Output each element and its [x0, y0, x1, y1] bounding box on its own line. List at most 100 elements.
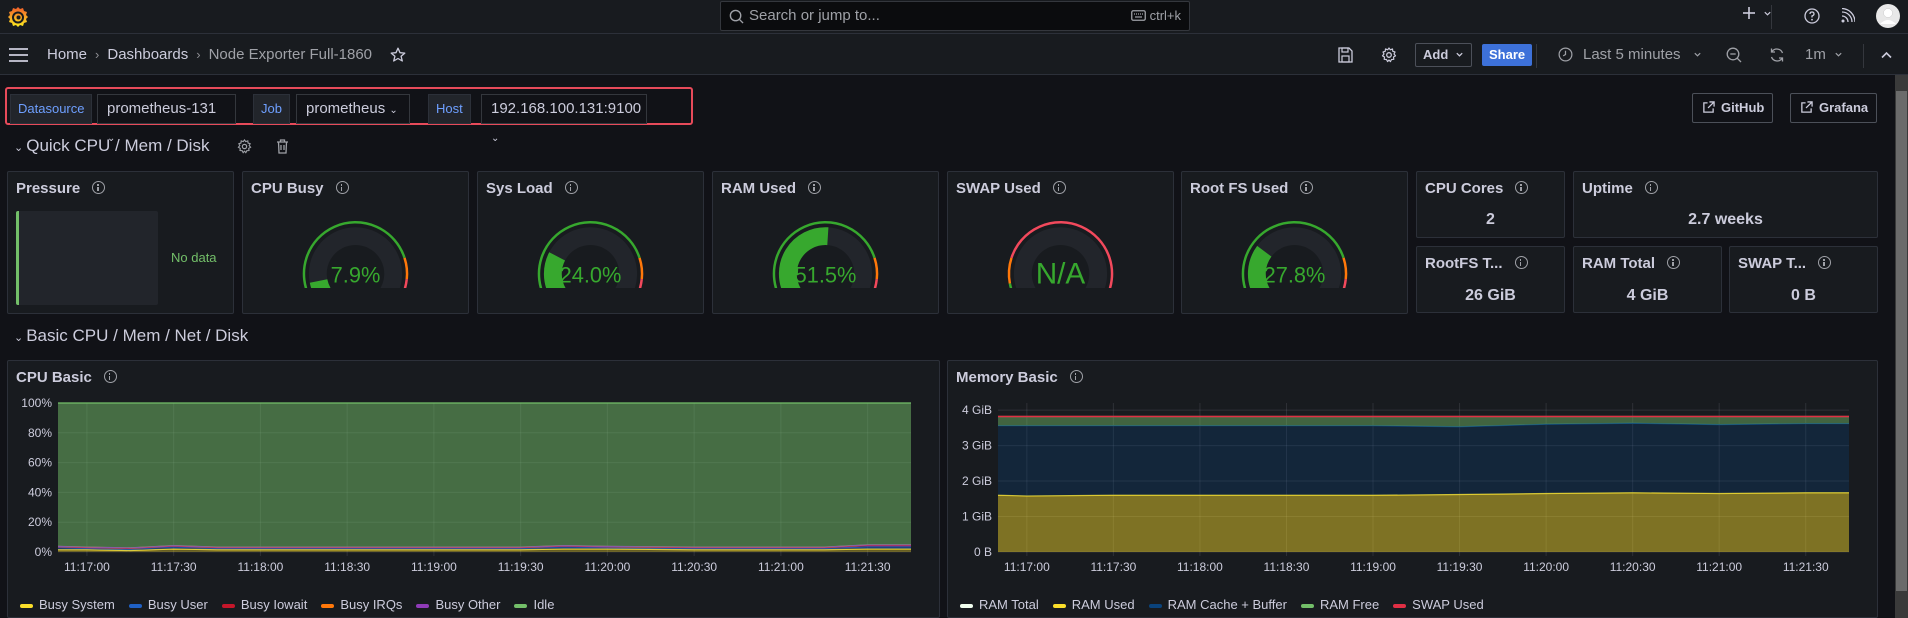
memory-basic-chart[interactable]: 0 B 1 GiB 2 GiB 3 GiB 4 GiB 11:17:00 11:17:30 1… [948, 395, 1879, 595]
grafana-logo-icon[interactable] [6, 5, 30, 29]
search-shortcut: ctrl+k [1130, 2, 1181, 30]
menu-icon[interactable] [9, 48, 28, 62]
legend-swatch [20, 603, 33, 608]
stat-value: 0 B [1791, 287, 1816, 304]
chevron-down-icon: ⌄ [14, 142, 24, 154]
trash-icon[interactable] [276, 139, 289, 154]
zoom-out-icon[interactable] [1726, 47, 1742, 63]
legend-item[interactable]: Busy Iowait [221, 597, 308, 612]
chevron-down-icon: ⌄ [14, 332, 24, 344]
divider [1771, 5, 1772, 29]
breadcrumb-home[interactable]: Home [47, 46, 87, 63]
x-tick-label: 11:18:00 [237, 560, 283, 574]
info-icon[interactable] [564, 181, 578, 194]
gauge-threshold-arc [873, 257, 879, 280]
new-button[interactable] [1741, 5, 1772, 24]
stat-value: 26 GiB [1465, 287, 1516, 304]
avatar-icon[interactable] [1876, 4, 1900, 28]
info-icon[interactable] [1300, 181, 1314, 194]
info-icon[interactable] [103, 370, 117, 383]
panel-title: Root FS Used [1190, 180, 1314, 197]
variable-select-datasource[interactable]: prometheus-131 ⌄ [97, 94, 236, 144]
gauge-threshold-arc [1008, 283, 1013, 288]
variable-select-host[interactable]: 192.168.100.131:9100 ⌄ [481, 94, 647, 144]
variable-select-job[interactable]: prometheus ⌄ [296, 94, 410, 124]
x-tick-label: 11:20:00 [584, 560, 630, 574]
stat-value: 2 [1486, 211, 1495, 228]
row-header-basic[interactable]: ⌄ Basic CPU / Mem / Net / Disk [14, 326, 248, 346]
panel-swap-total: SWAP T... 0 B [1729, 246, 1878, 313]
legend-swatch [221, 603, 235, 608]
search-input[interactable]: Search or jump to... ctrl+k [720, 1, 1190, 31]
legend-label: Busy System [39, 597, 115, 612]
legend-item[interactable]: Busy IRQs [321, 597, 402, 612]
share-button[interactable]: Share [1482, 44, 1533, 66]
stat-value: 2.7 weeks [1688, 211, 1763, 228]
info-icon[interactable] [1667, 256, 1681, 269]
gauge-threshold-arc [638, 257, 644, 280]
legend-item[interactable]: Idle [514, 597, 554, 612]
breadcrumb-dashboards[interactable]: Dashboards [107, 46, 188, 63]
chevron-up-icon[interactable] [1881, 51, 1892, 59]
panel-title: Pressure [16, 180, 106, 197]
legend-item[interactable]: RAM Used [1052, 597, 1135, 612]
star-icon[interactable] [390, 47, 406, 63]
info-icon[interactable] [808, 181, 822, 194]
page-scrollbar[interactable] [1895, 75, 1908, 618]
info-icon[interactable] [1818, 256, 1832, 269]
info-icon[interactable] [1069, 370, 1083, 383]
x-tick-label: 11:17:30 [151, 560, 197, 574]
info-icon[interactable] [1052, 181, 1066, 194]
github-link[interactable]: GitHub [1692, 93, 1774, 123]
panel-cpu-cores: CPU Cores 2 [1416, 171, 1565, 238]
panel-title: CPU Busy [251, 180, 349, 197]
gauge-threshold-arc [1007, 257, 1013, 284]
y-tick-label: 0 B [974, 545, 992, 559]
rss-icon[interactable] [1841, 8, 1855, 24]
legend-item[interactable]: RAM Free [1300, 597, 1379, 612]
add-button[interactable]: Add [1415, 43, 1472, 67]
row-header-quick[interactable]: ⌄ Quick CPU / Mem / Disk [14, 136, 209, 156]
cpu-basic-chart[interactable]: 0% 20% 40% 60% 80% 100% 11:17:00 11:17:30 11:18:… [8, 395, 941, 595]
legend-item[interactable]: SWAP Used [1393, 597, 1484, 612]
breadcrumb: Home › Dashboards › Node Exporter Full-1… [47, 46, 406, 63]
legend-label: Busy Iowait [240, 597, 308, 612]
legend-item[interactable]: Busy System [20, 597, 115, 612]
x-tick-label: 11:18:30 [324, 560, 370, 574]
time-picker[interactable]: Last 5 minutes [1558, 46, 1702, 63]
info-icon[interactable] [335, 181, 349, 194]
clock-icon [1558, 47, 1573, 62]
x-tick-label: 11:19:30 [498, 560, 544, 574]
x-tick-label: 11:18:30 [1264, 560, 1310, 574]
panel-pressure: Pressure No data [7, 171, 234, 314]
dashboard-nav-bar: Home › Dashboards › Node Exporter Full-1… [0, 34, 1908, 75]
help-icon[interactable] [1804, 8, 1820, 24]
y-tick-label: 40% [28, 485, 52, 499]
legend-label: Busy IRQs [340, 597, 403, 612]
refresh-icon[interactable] [1769, 47, 1785, 63]
gear-icon[interactable] [1381, 47, 1397, 63]
search-icon [729, 9, 744, 24]
legend-label: RAM Cache + Buffer [1167, 597, 1287, 612]
variable-label-job: Job [253, 94, 290, 124]
legend-item[interactable]: RAM Cache + Buffer [1148, 597, 1287, 612]
gauge-value: 7.9% [331, 263, 381, 288]
scrollbar-thumb[interactable] [1896, 91, 1907, 591]
legend-swatch [128, 603, 142, 608]
save-icon[interactable] [1338, 47, 1353, 63]
y-tick-label: 3 GiB [962, 439, 992, 453]
x-tick-label: 11:21:00 [758, 560, 804, 574]
info-icon[interactable] [1644, 181, 1658, 194]
gauge-value: N/A [1036, 258, 1086, 288]
grafana-link[interactable]: Grafana [1790, 93, 1878, 123]
legend-item[interactable]: Busy User [128, 597, 208, 612]
row-settings-gear-icon[interactable] [237, 139, 252, 154]
legend-item[interactable]: RAM Total [960, 597, 1039, 612]
refresh-interval-picker[interactable]: 1m [1805, 46, 1843, 63]
info-icon[interactable] [1515, 181, 1529, 194]
legend-item[interactable]: Busy Other [416, 597, 500, 612]
legend-label: Busy User [147, 597, 208, 612]
info-icon[interactable] [1514, 256, 1528, 269]
info-icon[interactable] [92, 181, 106, 194]
y-tick-label: 100% [21, 396, 52, 410]
